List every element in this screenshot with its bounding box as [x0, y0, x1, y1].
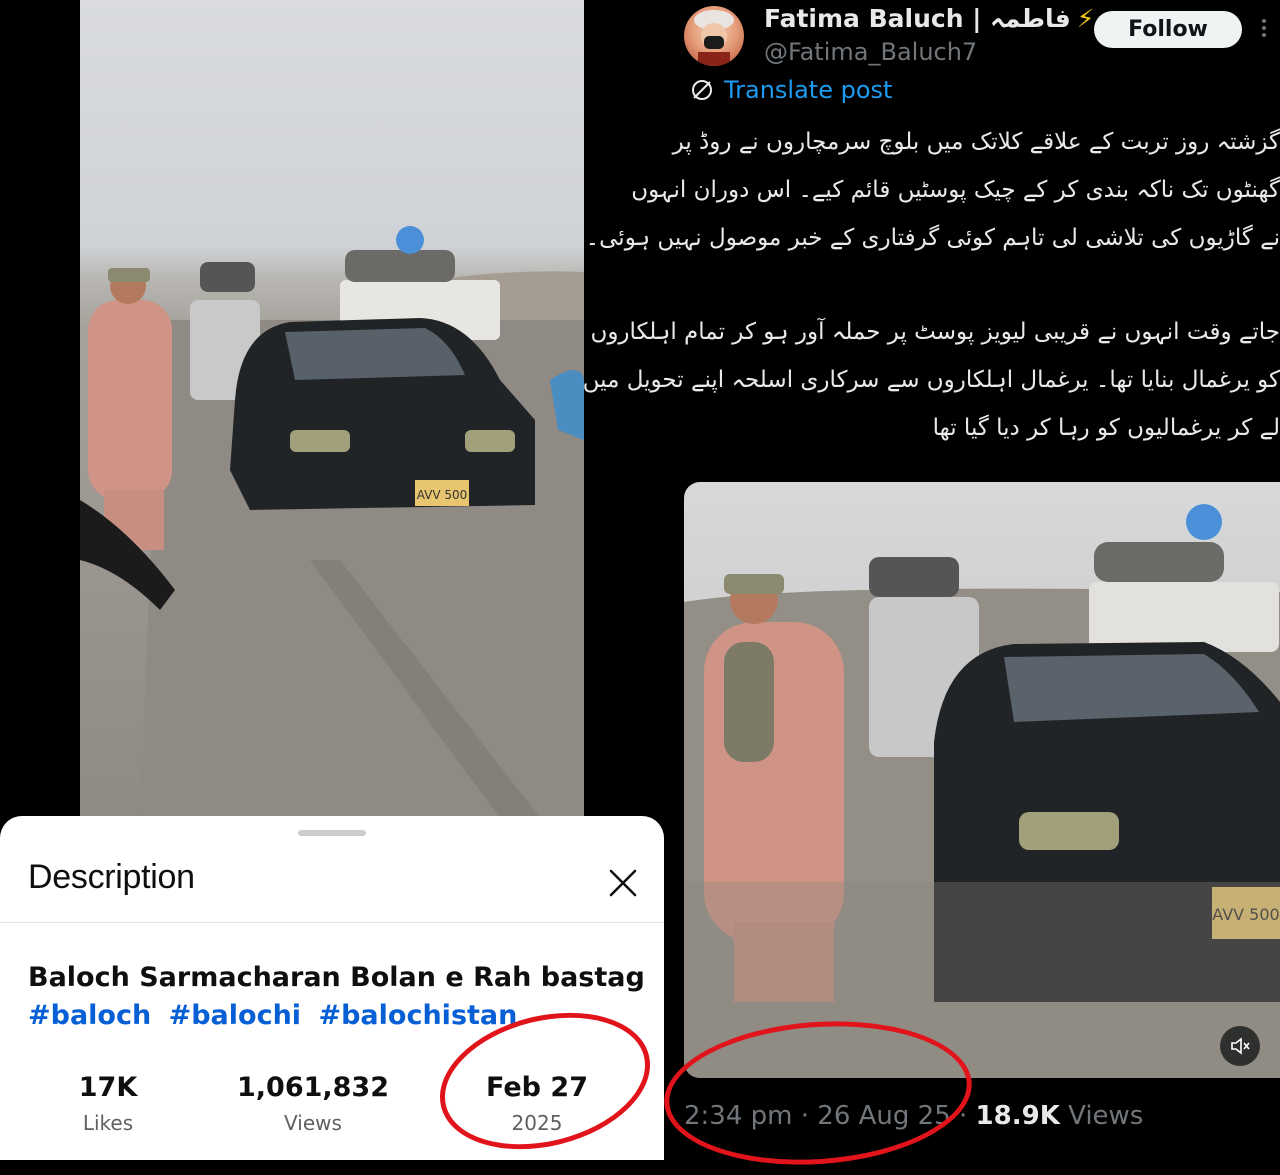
tweet-text-line: گزشتہ روز تربت کے علاقے کلاتک میں بلوچ س…	[672, 129, 1280, 155]
mute-icon[interactable]	[1220, 1026, 1260, 1066]
views-count: 1,061,832	[236, 1072, 390, 1103]
tweet-text: گزشتہ روز تربت کے علاقے کلاتک میں بلوچ س…	[582, 118, 1280, 452]
tweet-views-label: Views	[1059, 1101, 1144, 1131]
tweet-view-count: 18.9K	[975, 1101, 1060, 1131]
tweet-text-line: نے گاڑیوں کی تلاشی لی تاہم کوئی گرفتاری …	[585, 225, 1280, 251]
tweet-text-line: جاتے وقت انہوں نے قریبی لیویز پوسٹ پر حم…	[590, 319, 1280, 345]
author-handle[interactable]: @Fatima_Baluch7	[764, 38, 977, 66]
description-heading: Description	[28, 858, 195, 896]
road-scene-image: AVV 500	[80, 226, 584, 818]
hashtag-list: #baloch #balochi #balochistan	[28, 1000, 525, 1031]
close-icon[interactable]	[604, 864, 642, 902]
drag-handle[interactable]	[298, 830, 366, 836]
svg-text:AVV 500: AVV 500	[417, 488, 468, 502]
divider	[0, 922, 664, 923]
more-options-icon[interactable]	[1260, 16, 1268, 42]
translate-icon	[692, 80, 712, 100]
youtube-video-frame[interactable]: AVV 500	[80, 0, 584, 818]
likes-label: Likes	[82, 1111, 134, 1135]
avatar[interactable]	[684, 6, 744, 66]
translate-post-link[interactable]: Translate post	[690, 76, 892, 104]
likes-stat: 17K Likes	[58, 1072, 158, 1135]
hashtag-link[interactable]: #balochistan	[318, 1000, 517, 1031]
road-scene-image: AVV 500	[684, 504, 1280, 1078]
tweet-post: Fatima Baluch | فاطمہ ⚡ @Fatima_Baluch7 F…	[582, 0, 1280, 1160]
author-name[interactable]: Fatima Baluch | فاطمہ ⚡	[764, 4, 1094, 33]
views-stat: 1,061,832 Views	[230, 1072, 396, 1135]
follow-button[interactable]: Follow	[1094, 11, 1242, 48]
tweet-text-line: کو یرغمال بنایا تھا۔ یرغمال اہلکاروں سے …	[582, 367, 1280, 393]
tweet-text-line: گھنٹوں تک ناکہ بندی کر کے چیک پوسٹیں قائ…	[631, 177, 1280, 203]
tweet-video[interactable]: AVV 500	[684, 482, 1280, 1078]
views-label: Views	[284, 1111, 342, 1135]
hashtag-link[interactable]: #baloch	[28, 1000, 151, 1031]
likes-count: 17K	[78, 1072, 138, 1103]
lightning-icon: ⚡	[1076, 4, 1095, 33]
hashtag-link[interactable]: #balochi	[169, 1000, 301, 1031]
tweet-text-line: لے کر یرغمالیوں کو رہا کر دیا گیا تھا	[932, 415, 1280, 441]
video-title: Baloch Sarmacharan Bolan e Rah bastag	[28, 962, 645, 993]
